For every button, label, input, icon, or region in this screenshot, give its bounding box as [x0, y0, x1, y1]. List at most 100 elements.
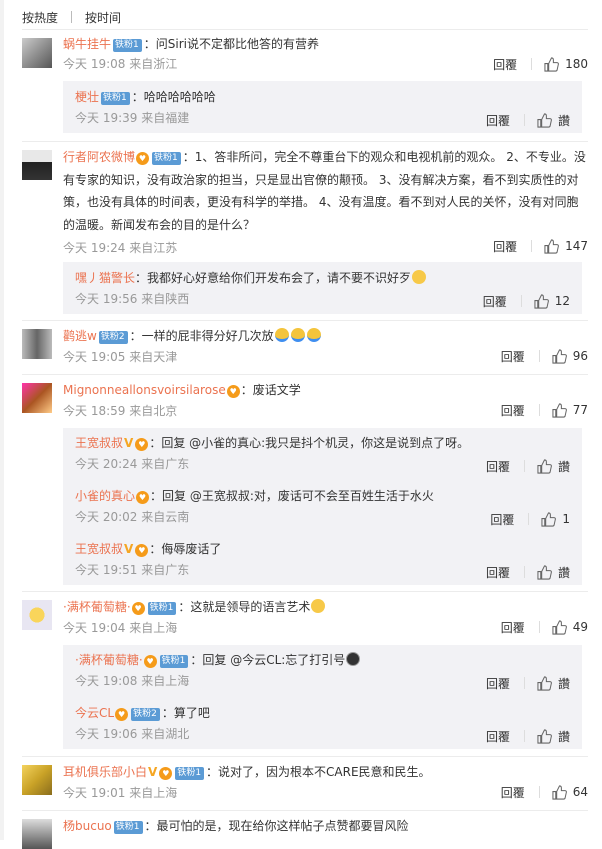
- reply-button[interactable]: 回覆: [486, 112, 510, 129]
- like-label[interactable]: 讚: [558, 728, 570, 745]
- username[interactable]: 王宽叔叔: [75, 436, 123, 450]
- member-badge: ♥: [131, 602, 145, 615]
- reply-meta: 今天 19:39 来自福建: [75, 111, 190, 125]
- reply-button[interactable]: 回覆: [486, 564, 510, 581]
- reply-button[interactable]: 回覆: [501, 619, 525, 636]
- reply-button[interactable]: 回覆: [483, 293, 507, 310]
- reply-button[interactable]: 回覆: [501, 348, 525, 365]
- reply-button[interactable]: 回覆: [493, 238, 517, 255]
- like-label[interactable]: 讚: [558, 675, 570, 692]
- username[interactable]: 嘿丿猫警长: [75, 271, 135, 285]
- like-count: 77: [572, 403, 588, 417]
- sort-by-time[interactable]: 按时间: [85, 9, 121, 26]
- username[interactable]: 鹳逃w: [63, 329, 97, 343]
- comment-item: 耳机俱乐部小白V ♥ 铁粉1 ：说对了，因为根本不CARE民意和民生。 今天 19:0…: [22, 756, 588, 804]
- member-badge: ♥: [136, 152, 150, 165]
- reply-meta: 今天 19:06 来自湖北: [75, 727, 190, 741]
- action-separator: [523, 677, 525, 689]
- username[interactable]: 王宽叔叔: [75, 542, 123, 556]
- like-label[interactable]: 讚: [558, 458, 570, 475]
- like-icon[interactable]: [537, 728, 552, 744]
- comment-content: ：一样的屁非得分好几次放: [129, 329, 274, 343]
- username[interactable]: 杨bucuo: [63, 819, 112, 833]
- reply-button[interactable]: 回覆: [486, 675, 510, 692]
- avatar[interactable]: [22, 819, 52, 849]
- action-separator: [531, 240, 533, 252]
- comment-text: 杨bucuo 铁粉1 ：最可怕的是，现在给你这样帖子点赞都要冒风险: [63, 816, 588, 836]
- username[interactable]: 梗壮: [75, 90, 99, 104]
- like-icon[interactable]: [537, 112, 552, 128]
- reply-actions: 回覆 1: [490, 511, 570, 527]
- verified-v-icon: V: [148, 765, 158, 779]
- reply-text: ·满杯葡萄糖· ♥ 铁粉1 ：回复 @今云CL:忘了打引号: [75, 650, 570, 670]
- username[interactable]: 耳机俱乐部小白: [63, 765, 147, 779]
- avatar[interactable]: [22, 38, 52, 68]
- comment-item: 蜗牛挂牛 铁粉1 ：问Siri说不定都比他答的有营养 今天 19:08 来自浙江 回…: [22, 29, 588, 77]
- like-icon[interactable]: [552, 402, 567, 418]
- member-badge: ♥: [143, 655, 157, 668]
- reply-meta: 今天 19:08 来自上海: [75, 674, 190, 688]
- like-icon[interactable]: [544, 238, 559, 254]
- like-icon[interactable]: [537, 675, 552, 691]
- reply-item: 王宽叔叔V ♥ ：侮辱废话了 今天 19:51 来自广东 回覆 讚: [75, 539, 570, 580]
- reply-box: 梗壮 铁粉1 ：哈哈哈哈哈哈 今天 19:39 来自福建 回覆 讚: [63, 81, 582, 133]
- like-icon[interactable]: [552, 784, 567, 800]
- username[interactable]: ·满杯葡萄糖·: [75, 653, 143, 667]
- comment-content: ：最可怕的是，现在给你这样帖子点赞都要冒风险: [144, 819, 409, 833]
- member-badge: ♥: [135, 544, 149, 557]
- comment-actions: 回覆 147: [493, 238, 588, 254]
- avatar[interactable]: [22, 329, 52, 359]
- username[interactable]: 小雀的真心: [75, 489, 135, 503]
- action-separator: [523, 460, 525, 472]
- like-icon[interactable]: [537, 458, 552, 474]
- reply-button[interactable]: 回覆: [486, 728, 510, 745]
- avatar[interactable]: [22, 383, 52, 413]
- emoji-icon: [346, 652, 361, 666]
- username[interactable]: Mignonneallonsvoirsilarose: [63, 383, 226, 397]
- comment-meta: 今天 18:59 来自北京: [63, 404, 178, 418]
- comment-item: Mignonneallonsvoirsilarose ♥ ：废话文学 今天 18:5…: [22, 374, 588, 422]
- avatar[interactable]: [22, 600, 52, 630]
- avatar[interactable]: [22, 765, 52, 795]
- comment-text: 蜗牛挂牛 铁粉1 ：问Siri说不定都比他答的有营养: [63, 34, 588, 54]
- fan-badge: 铁粉2: [98, 331, 128, 344]
- reply-button[interactable]: 回覆: [501, 402, 525, 419]
- reply-button[interactable]: 回覆: [501, 784, 525, 801]
- comment-actions: 回覆 77: [501, 402, 588, 418]
- divider: [22, 141, 588, 142]
- divider: [22, 29, 588, 30]
- reply-actions: 回覆 讚: [486, 675, 570, 691]
- reply-button[interactable]: 回覆: [493, 56, 517, 73]
- member-badge: ♥: [226, 385, 240, 398]
- verified-v-icon: V: [124, 542, 134, 556]
- like-icon[interactable]: [552, 619, 567, 635]
- like-label[interactable]: 讚: [558, 564, 570, 581]
- comment-actions: 回覆 64: [501, 784, 588, 800]
- like-icon[interactable]: [552, 348, 567, 364]
- reply-actions: 回覆 讚: [486, 728, 570, 744]
- reply-meta: 今天 20:24 来自广东: [75, 457, 190, 471]
- like-label[interactable]: 讚: [558, 112, 570, 129]
- member-badge: ♥: [136, 491, 150, 504]
- fan-badge: 铁粉1: [152, 152, 181, 165]
- divider: [22, 591, 588, 592]
- reply-button[interactable]: 回覆: [490, 511, 514, 528]
- like-icon[interactable]: [541, 511, 557, 527]
- like-icon[interactable]: [544, 56, 559, 72]
- like-count: 147: [565, 239, 588, 253]
- reply-button[interactable]: 回覆: [486, 458, 510, 475]
- username[interactable]: 行者阿农微博: [63, 150, 135, 164]
- sort-by-hot[interactable]: 按热度: [22, 9, 58, 26]
- username[interactable]: 蜗牛挂牛: [63, 37, 111, 51]
- avatar[interactable]: [22, 150, 52, 180]
- like-icon[interactable]: [537, 564, 552, 580]
- reply-text: 梗壮 铁粉1 ：哈哈哈哈哈哈: [75, 87, 570, 107]
- like-icon[interactable]: [534, 293, 549, 309]
- reply-meta: 今天 19:51 来自广东: [75, 563, 190, 577]
- action-separator: [523, 114, 525, 126]
- reply-content: ：侮辱废话了: [149, 542, 222, 556]
- username[interactable]: ·满杯葡萄糖·: [63, 600, 131, 614]
- like-count: 96: [572, 349, 588, 363]
- like-count: 12: [554, 294, 570, 308]
- username[interactable]: 今云CL: [75, 706, 114, 720]
